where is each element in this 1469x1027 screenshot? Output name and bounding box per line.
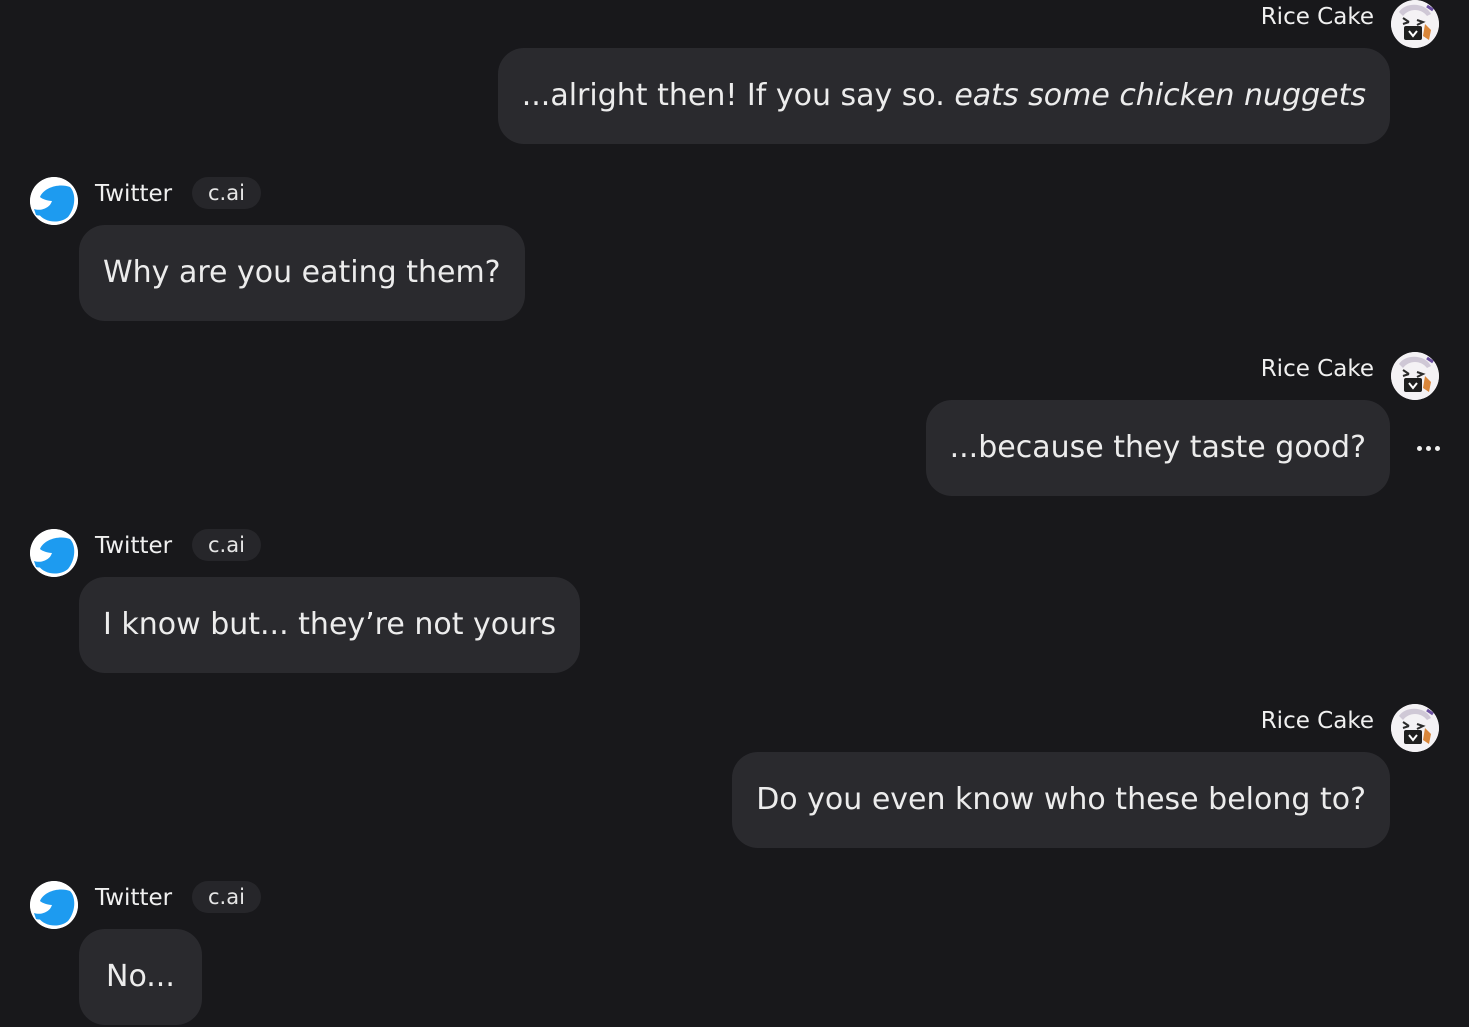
sender-name: Rice Cake: [1260, 356, 1374, 382]
message-action-text: eats some chicken nuggets: [954, 78, 1366, 113]
message-text: Do you even know who these belong to?: [756, 782, 1366, 817]
message-bubble: I know but... they’re not yours: [79, 577, 581, 673]
message-bubble: ...because they taste good?: [925, 400, 1390, 496]
message-bubble: Why are you eating them?: [79, 225, 525, 321]
sender-name: Rice Cake: [1260, 4, 1374, 30]
chat-transcript: Rice Cake ...alright then! If you say so…: [0, 0, 1469, 1027]
twitter-bird-avatar-icon[interactable]: [30, 881, 78, 929]
character-name[interactable]: Twitter: [95, 529, 172, 563]
cai-badge: c.ai: [192, 881, 261, 913]
message-text: No...: [106, 959, 175, 994]
rice-cake-avatar-icon[interactable]: [1391, 352, 1439, 400]
message-text: Why are you eating them?: [103, 255, 501, 290]
cai-badge: c.ai: [192, 177, 261, 209]
character-name[interactable]: Twitter: [95, 881, 172, 915]
character-name[interactable]: Twitter: [95, 177, 172, 211]
message-bubble: No...: [79, 929, 202, 1025]
message-text: ...because they taste good?: [949, 430, 1366, 465]
cai-badge: c.ai: [192, 529, 261, 561]
message-text: I know but... they’re not yours: [103, 607, 557, 642]
message-text: ...alright then! If you say so.: [521, 78, 955, 113]
rice-cake-avatar-icon[interactable]: [1391, 704, 1439, 752]
message-bubble: ...alright then! If you say so. eats som…: [497, 48, 1390, 144]
twitter-bird-avatar-icon[interactable]: [30, 177, 78, 225]
rice-cake-avatar-icon[interactable]: [1391, 0, 1439, 48]
more-options-icon[interactable]: [1414, 445, 1442, 451]
twitter-bird-avatar-icon[interactable]: [30, 529, 78, 577]
sender-name: Rice Cake: [1260, 708, 1374, 734]
message-bubble: Do you even know who these belong to?: [732, 752, 1390, 848]
